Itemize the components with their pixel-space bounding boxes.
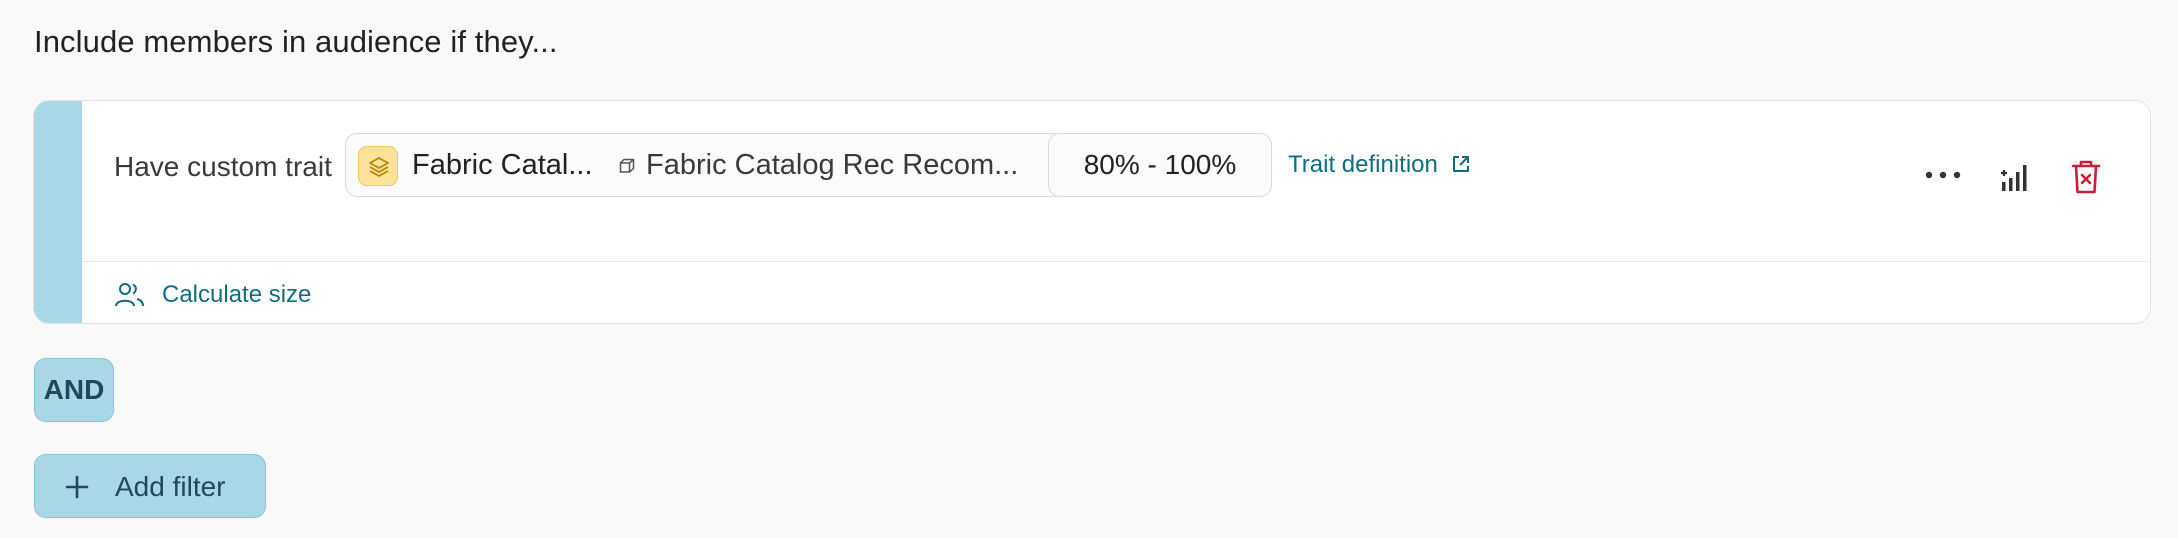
trash-icon[interactable] <box>2070 159 2102 200</box>
users-icon[interactable] <box>114 281 146 314</box>
filter-condition-card: Have custom trait Fabric Catal... Fabric… <box>33 100 2151 324</box>
calculate-size-link[interactable]: Calculate size <box>162 281 311 309</box>
plus-icon <box>65 475 89 504</box>
condition-prefix-label: Have custom trait <box>114 151 332 182</box>
signal-bars-icon[interactable] <box>1998 163 2030 198</box>
trait-name: Fabric Catal... <box>412 149 593 181</box>
range-selector[interactable]: 80% - 100% <box>1048 133 1272 197</box>
audience-builder: Include members in audience if they... H… <box>0 0 2178 538</box>
trait-definition-link[interactable]: Trait definition <box>1288 151 1438 179</box>
section-heading: Include members in audience if they... <box>34 24 558 59</box>
layers-icon <box>358 146 398 186</box>
more-horizontal-icon[interactable] <box>1924 167 1964 185</box>
cube-icon <box>619 157 637 180</box>
add-filter-button[interactable]: Add filter <box>34 454 266 518</box>
card-divider <box>82 261 2150 262</box>
trait-selector[interactable]: Fabric Catal... Fabric Catalog Rec Recom… <box>345 133 1065 197</box>
add-filter-label: Add filter <box>115 471 226 502</box>
trait-model-name: Fabric Catalog Rec Recom... <box>646 149 1019 181</box>
external-link-icon[interactable] <box>1451 154 1471 179</box>
and-operator-badge[interactable]: AND <box>34 358 114 422</box>
card-accent-bar <box>34 101 82 323</box>
